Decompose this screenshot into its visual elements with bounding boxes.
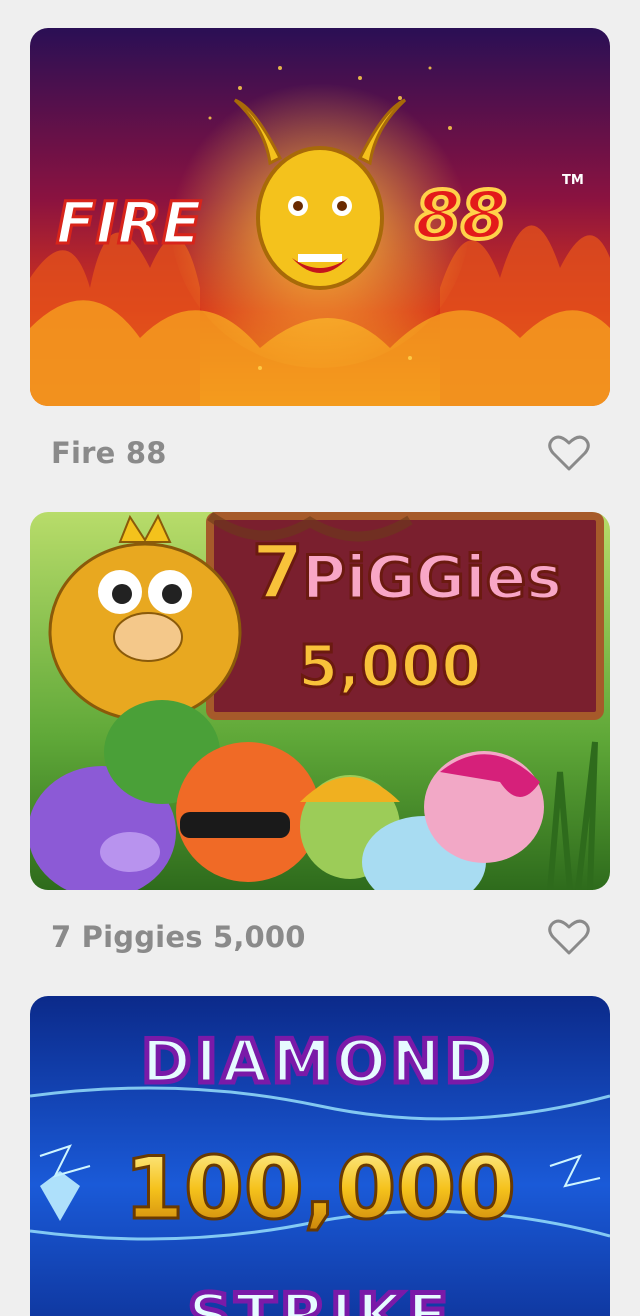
logo-word: DIAMOND [141,1027,498,1097]
logo-trademark: TM [562,173,584,188]
7-piggies-artwork: 7 PiGGies 5,000 [30,512,610,890]
game-thumbnail[interactable]: FIRE 88 TM [30,28,610,406]
logo-number: 7 [252,530,304,616]
game-card-7-piggies-5000[interactable]: 7 PiGGies 5,000 7 Piggies 5,000 [30,512,610,996]
logo-sub: 5,000 [298,632,481,700]
logo-sub: STRIKE [188,1281,452,1316]
game-thumbnail[interactable]: 7 PiGGies 5,000 [30,512,610,890]
logo-number: 88 [415,177,507,254]
logo-number: 100,000 [124,1139,516,1239]
favorite-button[interactable] [548,918,590,956]
game-title[interactable]: Fire 88 [51,436,167,470]
favorite-button[interactable] [548,434,590,472]
fire-88-artwork: FIRE 88 TM [30,28,610,406]
logo-word: FIRE [56,189,201,257]
game-thumbnail[interactable]: DIAMOND 100,000 STRIKE [30,996,610,1316]
game-card-diamond-strike[interactable]: DIAMOND 100,000 STRIKE [30,996,610,1316]
pink-pig-icon [424,751,544,863]
heart-outline-icon [548,435,590,471]
game-meta: Fire 88 [30,406,610,512]
game-title[interactable]: 7 Piggies 5,000 [51,920,306,954]
game-card-fire-88[interactable]: FIRE 88 TM Fire 88 [30,28,610,512]
heart-outline-icon [548,919,590,955]
game-meta: 7 Piggies 5,000 [30,890,610,996]
game-list: FIRE 88 TM Fire 88 7 PiGGies 5,000 7 Pig… [0,0,640,1316]
logo-word: PiGGies [302,543,562,613]
diamond-strike-artwork: DIAMOND 100,000 STRIKE [30,996,610,1316]
orange-pig-icon [176,742,320,882]
